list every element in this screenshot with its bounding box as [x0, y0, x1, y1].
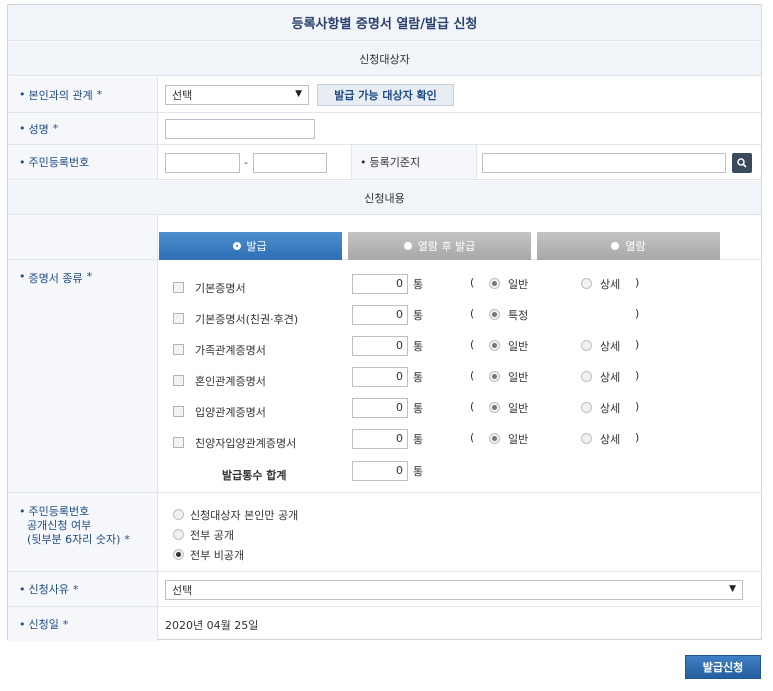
bullet-icon: •	[19, 270, 26, 283]
cert-option-general-radio[interactable]	[489, 340, 500, 351]
bullet-icon: •	[19, 582, 26, 596]
disclosure-label: • 주민등록번호 공개신청 여부 (뒷부분 6자리 숫자) *	[8, 493, 158, 571]
rrn-dash: -	[244, 156, 248, 169]
cert-option-detail-radio[interactable]	[581, 340, 592, 351]
name-row: • 성명 *	[8, 113, 761, 145]
chevron-down-icon: ▼	[729, 584, 736, 594]
application-form: 등록사항별 증명서 열람/발급 신청 신청대상자 • 본인과의 관계 * 선택 …	[7, 4, 762, 641]
cert-checkbox[interactable]	[173, 313, 184, 324]
search-button[interactable]	[732, 153, 752, 173]
cert-checkbox[interactable]	[173, 375, 184, 386]
cert-checkbox[interactable]	[173, 437, 184, 448]
bullet-icon: •	[19, 617, 26, 631]
radio-icon	[611, 242, 620, 250]
bullet-icon: •	[360, 155, 367, 169]
cert-option-detail-radio[interactable]	[581, 433, 592, 444]
cert-qty-input[interactable]: 0	[352, 336, 408, 356]
cert-option-general-radio[interactable]	[489, 433, 500, 444]
name-input[interactable]	[165, 119, 315, 139]
total-label: 발급통수 합계	[222, 469, 287, 482]
reason-select[interactable]: 선택 ▼	[165, 580, 743, 600]
relation-select[interactable]: 선택 ▼	[165, 85, 309, 105]
bullet-icon: •	[19, 122, 26, 135]
cert-type-row: • 증명서 종류 * 기본증명서 0 통 ( 일반 상세 ) 기본증명서(친권·…	[8, 260, 761, 493]
reason-row: • 신청사유 * 선택 ▼	[8, 572, 761, 607]
section-header-content: 신청내용	[8, 181, 761, 215]
cert-checkbox[interactable]	[173, 406, 184, 417]
application-date: 2020년 04월 25일	[165, 619, 259, 632]
submit-button[interactable]: 발급신청	[685, 655, 761, 679]
relation-label: • 본인과의 관계 *	[8, 77, 158, 112]
cert-checkbox[interactable]	[173, 282, 184, 293]
search-icon	[737, 158, 747, 168]
bullet-icon: •	[19, 155, 26, 169]
radio-icon	[234, 243, 241, 249]
radio-icon	[403, 242, 412, 250]
cert-qty-input[interactable]: 0	[352, 367, 408, 387]
total-qty: 0	[352, 461, 408, 481]
form-title: 등록사항별 증명서 열람/발급 신청	[8, 5, 761, 41]
cert-type-label: • 증명서 종류 *	[8, 260, 158, 492]
disclosure-all-public-radio[interactable]	[173, 529, 184, 540]
disclosure-row: • 주민등록번호 공개신청 여부 (뒷부분 6자리 숫자) * 신청대상자 본인만 …	[8, 493, 761, 572]
bullet-icon: •	[19, 88, 26, 101]
cert-qty-input[interactable]: 0	[352, 429, 408, 449]
cert-checkbox[interactable]	[173, 344, 184, 355]
tabs-row: 발급 열람 후 발급 열람	[8, 215, 761, 260]
relation-row: • 본인과의 관계 * 선택 ▼ 발급 가능 대상자 확인	[8, 77, 761, 113]
rrn-front-input[interactable]	[165, 153, 240, 173]
rrn-row: • 주민등록번호 - • 등록기준지	[8, 145, 761, 180]
date-row: • 신청일 * 2020년 04월 25일	[8, 607, 761, 641]
cert-qty-input[interactable]: 0	[352, 305, 408, 325]
rrn-back-input[interactable]	[253, 153, 327, 173]
cert-option-detail-radio[interactable]	[581, 402, 592, 413]
tabs-label-spacer	[8, 215, 158, 259]
base-address-label: • 등록기준지	[351, 145, 477, 179]
tab-issue[interactable]: 발급	[159, 232, 342, 260]
rrn-label: • 주민등록번호	[8, 145, 158, 179]
bullet-icon: •	[19, 505, 26, 518]
disclosure-self-only-radio[interactable]	[173, 509, 184, 520]
cert-option-specific-radio[interactable]	[489, 309, 500, 320]
cert-qty-input[interactable]: 0	[352, 398, 408, 418]
section-header-target: 신청대상자	[8, 42, 761, 76]
tab-view[interactable]: 열람	[537, 232, 720, 260]
cert-option-detail-radio[interactable]	[581, 371, 592, 382]
tab-bar: 발급 열람 후 발급 열람	[159, 232, 763, 260]
chevron-down-icon: ▼	[295, 89, 302, 99]
reason-label: • 신청사유 *	[8, 572, 158, 606]
cert-option-detail-radio[interactable]	[581, 278, 592, 289]
cert-option-general-radio[interactable]	[489, 278, 500, 289]
base-address-input[interactable]	[482, 153, 726, 173]
name-label: • 성명 *	[8, 113, 158, 144]
check-eligible-button[interactable]: 발급 가능 대상자 확인	[317, 84, 454, 106]
cert-qty-input[interactable]: 0	[352, 274, 408, 294]
date-label: • 신청일 *	[8, 607, 158, 641]
cert-option-general-radio[interactable]	[489, 371, 500, 382]
disclosure-all-private-radio[interactable]	[173, 549, 184, 560]
cert-option-general-radio[interactable]	[489, 402, 500, 413]
tab-view-then-issue[interactable]: 열람 후 발급	[348, 232, 531, 260]
